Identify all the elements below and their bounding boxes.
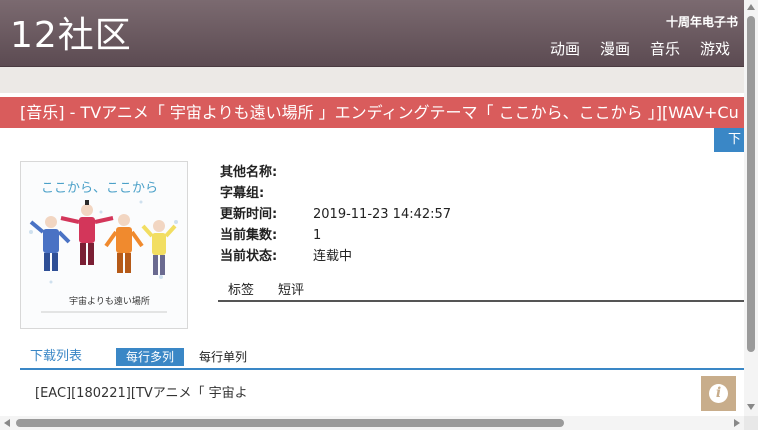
tab-tags[interactable]: 标签 — [228, 282, 254, 300]
scroll-right-icon[interactable] — [734, 419, 740, 427]
nav-item-manga[interactable]: 漫画 — [600, 38, 630, 59]
vertical-scroll-thumb[interactable] — [747, 16, 755, 352]
info-value: 连载中 — [313, 249, 353, 264]
cover-subtitle: 宇宙よりも遠い場所 — [69, 295, 150, 307]
scrollbar-corner — [744, 416, 758, 430]
nav-item-games[interactable]: 游戏 — [700, 38, 730, 59]
info-label: 其他名称: — [220, 165, 278, 180]
download-list-header: 下载列表 — [30, 349, 83, 364]
site-logo[interactable]: 12社区 — [10, 14, 132, 58]
sub-bar — [0, 67, 744, 93]
info-value: 1 — [313, 228, 322, 243]
site-header: 12社区 十周年电子书 动画 漫画 音乐 游戏 — [0, 0, 744, 67]
download-file-link[interactable]: [EAC][180221][TVアニメ「 宇宙よ — [35, 382, 248, 401]
cover-title: ここから、ここから — [41, 181, 158, 196]
anniversary-link[interactable]: 十周年电子书 — [666, 13, 738, 30]
info-label: 当前状态: — [220, 249, 278, 264]
scroll-up-icon[interactable] — [747, 4, 755, 10]
vertical-scrollbar[interactable] — [744, 0, 758, 430]
info-value: 2019-11-23 14:42:57 — [313, 207, 452, 222]
nav-item-anime[interactable]: 动画 — [550, 38, 580, 59]
page-title: [音乐] - TVアニメ「 宇宙よりも遠い場所 」エンディングテーマ「 ここから… — [20, 103, 739, 122]
cover-illustration: ここから、ここから 宇宙よりも遠い場所 — [21, 162, 187, 328]
scroll-down-icon[interactable] — [747, 404, 755, 410]
horizontal-scroll-thumb[interactable] — [16, 419, 564, 427]
download-button[interactable]: 下载 — [714, 128, 744, 152]
download-list-tabs: 下载列表 每行多列 每行单列 — [20, 348, 744, 370]
info-label: 字幕组: — [220, 186, 265, 201]
horizontal-scrollbar[interactable] — [0, 416, 744, 430]
tab-single-column[interactable]: 每行单列 — [199, 348, 247, 366]
nav-item-music[interactable]: 音乐 — [650, 38, 680, 59]
tab-multi-column[interactable]: 每行多列 — [116, 348, 185, 366]
page-title-bar: [音乐] - TVアニメ「 宇宙よりも遠い場所 」エンディングテーマ「 ここから… — [0, 97, 744, 128]
info-icon: i — [709, 384, 728, 403]
tab-comments[interactable]: 短评 — [278, 282, 304, 300]
detail-tabs: 标签 短评 — [218, 282, 744, 302]
cover-image: ここから、ここから 宇宙よりも遠い場所 — [20, 161, 188, 329]
info-label: 更新时间: — [220, 207, 278, 222]
main-nav: 动画 漫画 音乐 游戏 — [550, 38, 730, 59]
info-button[interactable]: i — [701, 376, 736, 411]
info-label: 当前集数: — [220, 228, 278, 243]
scroll-left-icon[interactable] — [4, 419, 10, 427]
